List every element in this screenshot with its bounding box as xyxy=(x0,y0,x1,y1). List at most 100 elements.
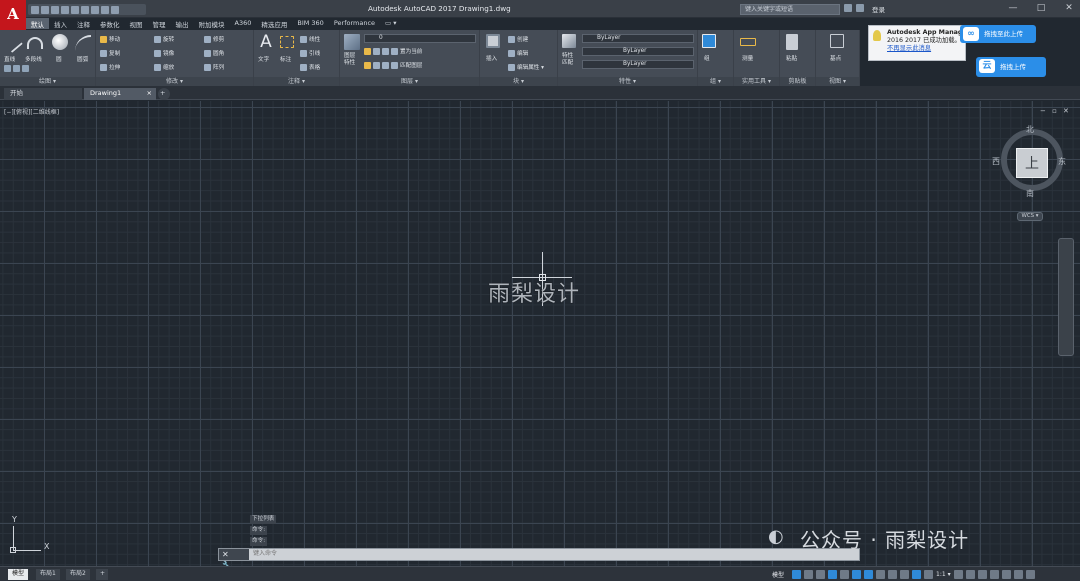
tab-drawing1[interactable]: Drawing1 × xyxy=(84,88,156,100)
save-icon[interactable] xyxy=(51,5,59,14)
panel-title-properties[interactable]: 特性 ▾ xyxy=(558,77,697,86)
tab-performance[interactable]: Performance xyxy=(329,18,380,29)
linetype-dropdown[interactable]: ByLayer xyxy=(582,47,694,56)
panel-title-view[interactable]: 视图 ▾ xyxy=(816,77,859,86)
tab-bim360[interactable]: BIM 360 xyxy=(292,18,328,29)
layer-properties-icon[interactable] xyxy=(344,34,360,50)
line-button[interactable]: 直线 xyxy=(4,55,15,63)
search-icon[interactable] xyxy=(844,4,852,12)
snap-icon[interactable] xyxy=(804,570,813,579)
text-button[interactable]: 文字 xyxy=(258,55,269,63)
polyline-button[interactable]: 多段线 xyxy=(25,55,42,63)
trim-button[interactable]: 修剪 xyxy=(213,35,224,43)
customize-menu-icon[interactable] xyxy=(1025,570,1035,579)
viewcube-top-face[interactable]: 上 xyxy=(1016,148,1048,178)
hatch-icon[interactable] xyxy=(13,65,20,72)
model-space-button[interactable]: 模型 xyxy=(772,570,784,579)
tab-default[interactable]: 默认 xyxy=(26,18,49,29)
workspace-gear-icon[interactable] xyxy=(953,570,963,579)
arc-icon[interactable] xyxy=(75,35,91,51)
open-file-icon[interactable] xyxy=(41,5,49,14)
group-button[interactable]: 组 xyxy=(704,54,710,62)
drawing-canvas[interactable] xyxy=(0,101,1080,566)
rotate-button[interactable]: 旋转 xyxy=(163,35,174,43)
user-icon[interactable] xyxy=(856,4,864,12)
polar-icon[interactable] xyxy=(828,570,837,579)
selection-cycling-icon[interactable] xyxy=(900,570,909,579)
save-as-icon[interactable] xyxy=(61,5,69,14)
match-layer-button[interactable]: 匹配图层 xyxy=(400,61,422,69)
tab-view[interactable]: 视图 xyxy=(125,18,148,29)
array-button[interactable]: 阵列 xyxy=(213,63,224,71)
create-block-button[interactable]: 创建 xyxy=(517,35,528,43)
tab-featured-apps[interactable]: 精选应用 xyxy=(256,18,292,29)
transparency-icon[interactable] xyxy=(888,570,897,579)
lineweight-dropdown[interactable]: ByLayer xyxy=(582,60,694,69)
dont-show-again-link[interactable]: 不再显示此消息 xyxy=(887,45,962,53)
command-line-buttons[interactable]: ✕ 🔧 xyxy=(219,549,249,570)
panel-title-utilities[interactable]: 实用工具 ▾ xyxy=(734,77,779,86)
tab-annotate[interactable]: 注释 xyxy=(72,18,95,29)
isodraft-icon[interactable] xyxy=(840,570,849,579)
stretch-button[interactable]: 拉伸 xyxy=(109,63,120,71)
minimize-button[interactable]: — xyxy=(1006,2,1020,14)
insert-block-button[interactable]: 插入 xyxy=(486,54,497,62)
compass-west[interactable]: 西 xyxy=(992,156,1000,167)
group-icon[interactable] xyxy=(702,34,716,48)
layout-tab-model[interactable]: 模型 xyxy=(8,569,29,580)
scale-button[interactable]: 缩放 xyxy=(163,63,174,71)
measure-button[interactable]: 测量 xyxy=(742,54,753,62)
edit-attributes-button[interactable]: 编辑属性 ▾ xyxy=(517,63,544,71)
layer-state-icon[interactable] xyxy=(364,47,371,55)
panel-title-block[interactable]: 块 ▾ xyxy=(480,77,557,86)
hardware-acceleration-icon[interactable] xyxy=(1001,570,1011,579)
dimension-icon[interactable] xyxy=(280,36,294,48)
share-icon[interactable] xyxy=(101,5,109,14)
text-icon[interactable]: A xyxy=(258,32,274,52)
compass-south[interactable]: 南 xyxy=(1026,188,1034,199)
table-button[interactable]: 表格 xyxy=(309,63,320,71)
circle-icon[interactable] xyxy=(52,34,68,50)
panel-title-groups[interactable]: 组 ▾ xyxy=(698,77,733,86)
make-current-button[interactable]: 置为当前 xyxy=(400,47,422,55)
navigation-bar[interactable] xyxy=(1058,238,1074,356)
tab-manage[interactable]: 管理 xyxy=(148,18,171,29)
arc-button[interactable]: 圆弧 xyxy=(77,55,88,63)
panel-title-layers[interactable]: 图层 ▾ xyxy=(340,77,479,86)
login-link[interactable]: 登录 xyxy=(872,4,885,14)
layer-lock-icon[interactable] xyxy=(373,61,380,69)
tab-addins[interactable]: 附加模块 xyxy=(194,18,230,29)
match-properties-icon[interactable] xyxy=(562,34,576,48)
panel-title-draw[interactable]: 绘图 ▾ xyxy=(0,77,95,86)
help-search-input[interactable]: 键入关键字或短语 xyxy=(740,4,840,15)
tab-parametric[interactable]: 参数化 xyxy=(95,18,125,29)
base-view-button[interactable]: 基点 xyxy=(830,54,841,62)
annotation-visibility-icon[interactable] xyxy=(924,570,933,579)
ortho-icon[interactable] xyxy=(816,570,825,579)
maximize-button[interactable]: □ xyxy=(1034,2,1048,14)
close-tab-icon[interactable]: × xyxy=(147,88,152,99)
new-tab-button[interactable]: + xyxy=(158,88,170,100)
line-icon[interactable] xyxy=(3,33,23,53)
ellipse-icon[interactable] xyxy=(22,65,29,72)
layer-properties-button[interactable]: 图层 特性 xyxy=(344,53,355,67)
panel-title-modify[interactable]: 修改 ▾ xyxy=(96,77,253,86)
layer-off-icon[interactable] xyxy=(364,61,371,69)
redo-icon[interactable] xyxy=(91,5,99,14)
leader-button[interactable]: 引线 xyxy=(309,49,320,57)
grid-icon[interactable] xyxy=(792,570,801,579)
layer-dropdown[interactable]: 0 xyxy=(364,34,476,43)
tab-start[interactable]: 开始 xyxy=(4,88,82,100)
compass-north[interactable]: 北 xyxy=(1026,124,1034,135)
polyline-icon[interactable] xyxy=(27,37,43,49)
workspace-dropdown-icon[interactable] xyxy=(111,5,119,14)
match-properties-button[interactable]: 特性 匹配 xyxy=(562,53,573,67)
base-view-icon[interactable] xyxy=(830,34,844,48)
wcs-menu[interactable]: WCS ▾ xyxy=(1017,212,1043,221)
rectangle-icon[interactable] xyxy=(4,65,11,72)
dimension-button[interactable]: 标注 xyxy=(280,55,291,63)
viewport-window-controls[interactable]: − ▫ ✕ xyxy=(1040,107,1071,115)
tab-options[interactable]: ▭ ▾ xyxy=(380,18,401,29)
viewport-controls-label[interactable]: [−][俯视][二维线框] xyxy=(4,107,59,116)
fillet-button[interactable]: 圆角 xyxy=(213,49,224,57)
